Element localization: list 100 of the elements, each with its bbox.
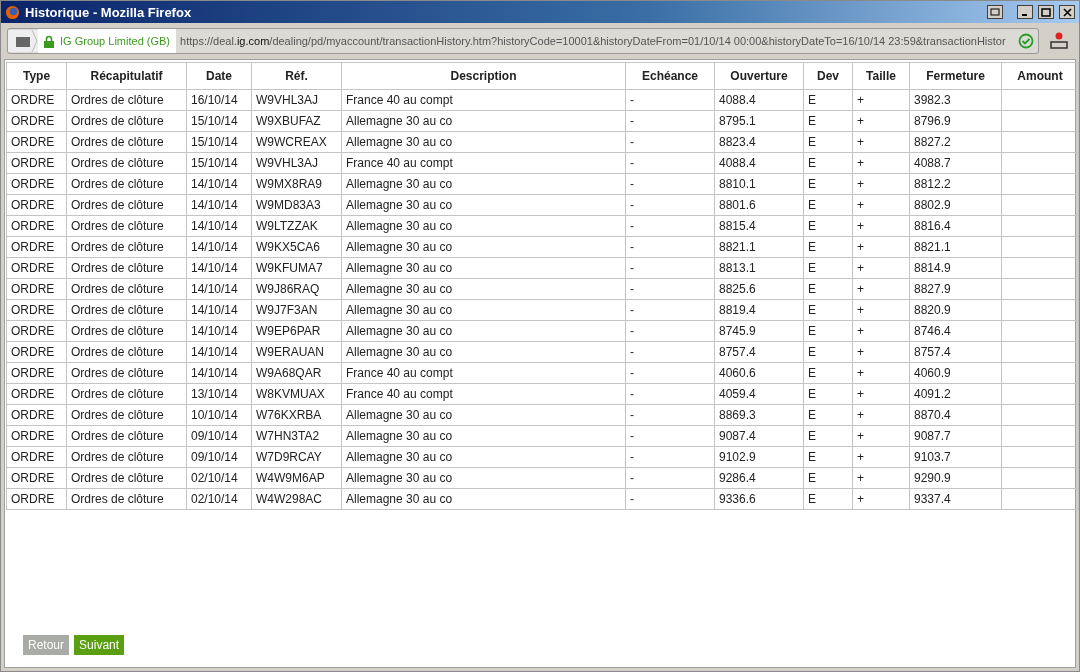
closing-cell: 8816.4 [909,215,1002,237]
currency-cell: E [803,446,853,468]
description-cell: Allemagne 30 au co [341,467,626,489]
type-cell: ORDRE [6,152,67,174]
site-identity[interactable]: IG Group Limited (GB) [38,29,177,53]
closing-cell: 9337.4 [909,488,1002,510]
size-cell: + [852,425,910,447]
description-cell: Allemagne 30 au co [341,446,626,468]
expiry-cell: - [625,257,715,279]
type-cell: ORDRE [6,110,67,132]
closing-cell: 8796.9 [909,110,1002,132]
summary-cell: Ordres de clôture [66,383,187,405]
opening-cell: 9102.9 [714,446,804,468]
closing-cell: 8746.4 [909,320,1002,342]
firefox-logo-icon [5,4,20,20]
description-cell: Allemagne 30 au co [341,215,626,237]
page-button[interactable]: Suivant [74,635,125,655]
summary-cell: Ordres de clôture [66,194,187,216]
currency-cell: E [803,173,853,195]
size-cell: + [852,131,910,153]
maximize-button[interactable] [1038,5,1054,19]
reference-cell: W4W9M6AP [251,467,342,489]
reference-cell: W76KXRBA [251,404,342,426]
reference-cell: W9KX5CA6 [251,236,342,258]
expiry-cell: - [625,236,715,258]
close-button[interactable] [1059,5,1075,19]
size-cell: + [852,236,910,258]
summary-cell: Ordres de clôture [66,110,187,132]
currency-cell: E [803,488,853,510]
summary-cell: Ordres de clôture [66,236,187,258]
reference-cell: W9VHL3AJ [251,89,342,111]
reference-cell: W9XBUFAZ [251,110,342,132]
type-cell: ORDRE [6,404,67,426]
size-cell: + [852,488,910,510]
description-cell: Allemagne 30 au co [341,341,626,363]
column-header: Echéance [625,62,715,90]
closing-cell: 8757.4 [909,341,1002,363]
size-cell: + [852,89,910,111]
opening-cell: 8825.6 [714,278,804,300]
description-cell: Allemagne 30 au co [341,404,626,426]
type-cell: ORDRE [6,215,67,237]
padlock-icon [44,34,54,48]
description-cell: Allemagne 30 au co [341,131,626,153]
closing-cell: 8827.9 [909,278,1002,300]
closing-cell: 8820.9 [909,299,1002,321]
size-cell: + [852,215,910,237]
opening-cell: 8813.1 [714,257,804,279]
size-cell: + [852,173,910,195]
person-icon[interactable] [1049,31,1069,51]
opening-cell: 8810.1 [714,173,804,195]
reference-cell: W9A68QAR [251,362,342,384]
description-cell: Allemagne 30 au co [341,194,626,216]
summary-cell: Ordres de clôture [66,362,187,384]
restore-button[interactable] [987,5,1003,19]
type-cell: ORDRE [6,362,67,384]
reference-cell: W9VHL3AJ [251,152,342,174]
expiry-cell: - [625,488,715,510]
minimize-button[interactable] [1017,5,1033,19]
date-cell: 14/10/14 [186,194,252,216]
expiry-cell: - [625,425,715,447]
column-header: Taille [852,62,910,90]
size-cell: + [852,152,910,174]
reference-cell: W9J7F3AN [251,299,342,321]
date-cell: 02/10/14 [186,467,252,489]
close-icon [1062,7,1072,17]
size-cell: + [852,320,910,342]
date-cell: 15/10/14 [186,152,252,174]
opening-cell: 8869.3 [714,404,804,426]
expiry-cell: - [625,173,715,195]
summary-cell: Ordres de clôture [66,320,187,342]
date-cell: 14/10/14 [186,215,252,237]
description-cell: France 40 au compt [341,383,626,405]
closing-cell: 4060.9 [909,362,1002,384]
address-bar[interactable]: IG Group Limited (GB) https://deal.ig.com/dealing/pd/myaccount/transactionHistory.htm?historyCode=10001&historyDateFrom=01/10/14 00:00&historyDateTo=16/10/14 23:59&transactionHistor [7,28,1039,54]
column-header: Réf. [251,62,342,90]
opening-cell: 9336.6 [714,488,804,510]
opening-cell: 9087.4 [714,425,804,447]
opening-cell: 8823.4 [714,131,804,153]
type-cell: ORDRE [6,467,67,489]
expiry-cell: - [625,215,715,237]
column-header: Dev [803,62,853,90]
currency-cell: E [803,467,853,489]
date-cell: 13/10/14 [186,383,252,405]
reference-cell: W9MX8RA9 [251,173,342,195]
closing-cell: 8827.2 [909,131,1002,153]
type-cell: ORDRE [6,299,67,321]
tab-groups-icon [8,30,38,52]
currency-cell: E [803,404,853,426]
reference-cell: W9ERAUAN [251,341,342,363]
summary-cell: Ordres de clôture [66,425,187,447]
currency-cell: E [803,215,853,237]
column-header: Amount [1001,62,1079,90]
description-cell: France 40 au compt [341,362,626,384]
description-cell: Allemagne 30 au co [341,257,626,279]
description-cell: Allemagne 30 au co [341,425,626,447]
date-cell: 02/10/14 [186,488,252,510]
size-cell: + [852,194,910,216]
column-header: Date [186,62,252,90]
currency-cell: E [803,152,853,174]
expiry-cell: - [625,152,715,174]
